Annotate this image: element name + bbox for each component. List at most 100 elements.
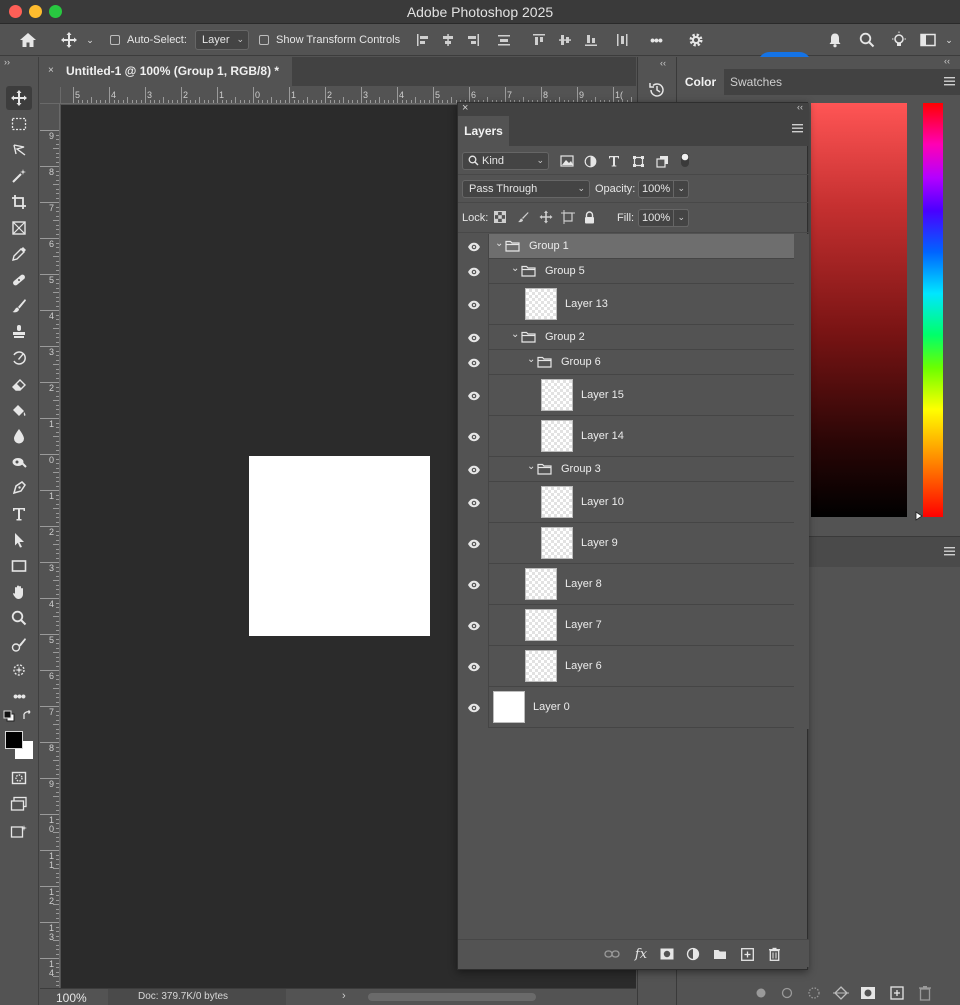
visibility-eye-icon[interactable] — [466, 457, 482, 482]
layer-thumbnail[interactable] — [541, 379, 573, 411]
frame-tool-icon[interactable] — [6, 216, 32, 240]
layer-group-row[interactable]: ⌄ Group 6 — [458, 350, 794, 375]
tab-layers[interactable]: Layers — [458, 116, 509, 146]
move-tool-preset-icon[interactable] — [58, 24, 80, 56]
align-left-icon[interactable] — [413, 24, 433, 56]
workspace-icon[interactable] — [916, 24, 940, 56]
layer-row[interactable]: Layer 14 — [458, 416, 794, 457]
pen-tool-icon[interactable] — [6, 476, 32, 500]
layer-thumbnail[interactable] — [541, 527, 573, 559]
blend-mode-dropdown[interactable]: Pass Through ⌄ — [462, 180, 590, 198]
new-group-folder-icon[interactable] — [712, 946, 728, 962]
layer-row[interactable]: Layer 0 — [458, 687, 794, 728]
bell-icon[interactable] — [824, 24, 846, 56]
layer-row-body[interactable]: Layer 10 — [488, 482, 794, 523]
history-icon[interactable] — [648, 81, 666, 102]
color-picker-field[interactable] — [811, 103, 907, 517]
transform-controls-checkbox[interactable] — [257, 24, 271, 56]
lightbulb-icon[interactable] — [888, 24, 910, 56]
filter-type-icon[interactable] — [606, 153, 622, 169]
tab-swatches[interactable]: Swatches — [724, 69, 788, 95]
layer-row[interactable]: Layer 15 — [458, 375, 794, 416]
quick-mask-icon[interactable] — [6, 766, 32, 790]
layer-row-body[interactable]: Layer 9 — [488, 523, 794, 564]
panel-menu-icon[interactable] — [792, 124, 803, 136]
tool-preset-chevron-icon[interactable]: ⌄ — [84, 24, 96, 56]
dashed-circle-icon[interactable] — [807, 986, 821, 1003]
visibility-eye-icon[interactable] — [466, 605, 482, 646]
align-top-icon[interactable] — [529, 24, 549, 56]
visibility-eye-icon[interactable] — [466, 259, 482, 284]
marquee-tool-icon[interactable] — [6, 112, 32, 136]
adjustment-layer-icon[interactable] — [685, 946, 701, 962]
collapse-icon[interactable]: ‹‹ — [797, 102, 803, 112]
rectangle-tool-icon[interactable] — [6, 554, 32, 578]
visibility-eye-icon[interactable] — [466, 482, 482, 523]
layer-row-body[interactable]: ⌄ Group 1 — [488, 234, 794, 259]
layer-row-body[interactable]: Layer 8 — [488, 564, 794, 605]
layer-row[interactable]: Layer 8 — [458, 564, 794, 605]
visibility-eye-icon[interactable] — [466, 646, 482, 687]
visibility-eye-icon[interactable] — [466, 325, 482, 350]
layer-group-row[interactable]: ⌄ Group 2 — [458, 325, 794, 350]
layer-row-body[interactable]: ⌄ Group 6 — [488, 350, 794, 375]
hue-slider[interactable] — [923, 103, 943, 517]
more-options-icon[interactable]: ••• — [643, 24, 669, 56]
lock-all-icon[interactable] — [582, 209, 596, 225]
doc-info-box[interactable]: Doc: 379.7K/0 bytes › — [108, 989, 346, 1005]
layer-row-body[interactable]: Layer 14 — [488, 416, 794, 457]
color-panel-menu-icon[interactable] — [944, 77, 955, 89]
filter-pixel-icon[interactable] — [559, 154, 575, 168]
horizontal-scrollbar[interactable] — [368, 993, 536, 1001]
document-canvas[interactable] — [249, 456, 430, 636]
align-bottom-icon[interactable] — [581, 24, 601, 56]
chevron-down-icon[interactable]: ⌄ — [527, 354, 535, 365]
visibility-eye-icon[interactable] — [466, 375, 482, 416]
crop-tool-icon[interactable] — [6, 190, 32, 214]
layer-row[interactable]: Layer 13 — [458, 284, 794, 325]
blur-tool-icon[interactable] — [6, 424, 32, 448]
layer-group-row[interactable]: ⌄ Group 5 — [458, 259, 794, 284]
visibility-eye-icon[interactable] — [466, 234, 482, 259]
document-tab[interactable]: × Untitled-1 @ 100% (Group 1, RGB/8) * — [40, 57, 292, 86]
distribute-vertical-icon[interactable] — [612, 24, 632, 56]
auto-select-checkbox[interactable] — [108, 24, 122, 56]
trash-icon[interactable] — [918, 985, 932, 1004]
brush-tool-icon[interactable] — [6, 294, 32, 318]
close-icon[interactable]: × — [48, 65, 54, 76]
layer-row-body[interactable]: Layer 0 — [488, 687, 794, 728]
auto-select-dropdown[interactable]: Layer ⌄ — [195, 30, 249, 50]
swap-colors-icon[interactable] — [20, 709, 36, 723]
ruler-origin[interactable] — [40, 87, 61, 104]
filter-smart-object-icon[interactable] — [654, 153, 670, 169]
filter-shape-icon[interactable] — [630, 153, 646, 169]
opacity-dropdown[interactable]: ⌄ — [673, 180, 689, 198]
layer-row-body[interactable]: Layer 13 — [488, 284, 794, 325]
lock-position-icon[interactable] — [538, 209, 554, 225]
strip-collapse-icon[interactable]: ‹‹ — [660, 58, 666, 68]
layer-row[interactable]: Layer 7 — [458, 605, 794, 646]
layer-group-row[interactable]: ⌄ Group 1 — [458, 234, 794, 259]
history-brush-tool-icon[interactable] — [6, 346, 32, 370]
layer-thumbnail[interactable] — [525, 568, 557, 600]
clone-stamp-tool-icon[interactable] — [6, 320, 32, 344]
layer-list-scrollbar[interactable] — [795, 234, 809, 729]
lock-artboard-icon[interactable] — [560, 209, 576, 225]
visibility-eye-icon[interactable] — [466, 564, 482, 605]
layer-row-body[interactable]: Layer 6 — [488, 646, 794, 687]
tools-collapse-icon[interactable]: ›› — [4, 57, 10, 67]
edit-toolbar-icon[interactable]: ••• — [6, 684, 32, 708]
default-colors-icon[interactable] — [2, 709, 16, 723]
lower-panel-menu-icon[interactable] — [944, 547, 955, 559]
chevron-down-icon[interactable]: ⌄ — [511, 329, 519, 340]
visibility-eye-icon[interactable] — [466, 687, 482, 728]
visibility-eye-icon[interactable] — [466, 284, 482, 325]
fill-dropdown[interactable]: ⌄ — [673, 209, 689, 227]
path-selection-tool-icon[interactable] — [6, 528, 32, 552]
screen-mode-icon[interactable] — [6, 792, 32, 816]
close-icon[interactable]: × — [462, 102, 468, 114]
add-icon[interactable] — [890, 986, 904, 1003]
zoom-level[interactable]: 100% — [56, 991, 87, 1005]
link-layers-icon[interactable] — [604, 946, 620, 962]
stroke-circle-icon[interactable] — [781, 987, 793, 1002]
